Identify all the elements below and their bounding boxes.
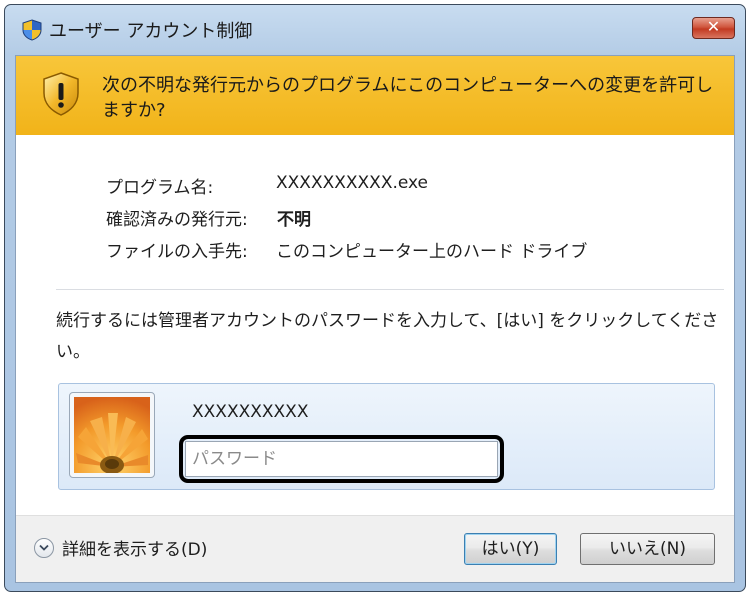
uac-dialog-window: ユーザー アカウント制御 ✕ 次の不明な発行元からのプログラムにこのコンピュータ… bbox=[4, 4, 746, 592]
account-username: XXXXXXXXXX bbox=[192, 402, 309, 422]
program-name-row: プログラム名: XXXXXXXXXX.exe bbox=[106, 173, 428, 198]
program-name-label: プログラム名: bbox=[106, 178, 214, 198]
close-button[interactable]: ✕ bbox=[692, 17, 735, 39]
user-avatar bbox=[69, 392, 155, 478]
file-origin-value: このコンピューター上のハード ドライブ bbox=[276, 242, 588, 262]
yes-button[interactable]: はい(Y) bbox=[464, 533, 557, 565]
show-details-label: 詳細を表示する(D) bbox=[62, 540, 208, 560]
chevron-down-icon bbox=[34, 537, 54, 558]
publisher-row: 確認済みの発行元: 不明 bbox=[106, 205, 311, 230]
credential-panel: XXXXXXXXXX bbox=[58, 383, 715, 490]
file-origin-row: ファイルの入手先: このコンピューター上のハード ドライブ bbox=[106, 237, 587, 262]
instruction-text: 続行するには管理者アカウントのパスワードを入力して、[はい] をクリックしてくだ… bbox=[56, 311, 719, 362]
title-bar[interactable]: ユーザー アカウント制御 ✕ bbox=[5, 5, 745, 55]
warning-message: 次の不明な発行元からのプログラムにこのコンピューターへの変更を許可しますか? bbox=[102, 75, 714, 121]
uac-shield-icon bbox=[22, 19, 42, 41]
no-button[interactable]: いいえ(N) bbox=[580, 533, 715, 565]
file-origin-label: ファイルの入手先: bbox=[106, 242, 248, 262]
password-field[interactable] bbox=[185, 441, 498, 477]
warning-banner: 次の不明な発行元からのプログラムにこのコンピューターへの変更を許可しますか? bbox=[16, 56, 734, 135]
program-name-value: XXXXXXXXXX.exe bbox=[276, 173, 429, 193]
publisher-value: 不明 bbox=[277, 210, 311, 230]
divider bbox=[56, 289, 724, 290]
publisher-label: 確認済みの発行元: bbox=[106, 210, 248, 230]
dialog-footer: 詳細を表示する(D) はい(Y) いいえ(N) bbox=[16, 515, 734, 582]
show-details-toggle[interactable]: 詳細を表示する(D) bbox=[34, 535, 207, 560]
warning-shield-icon bbox=[43, 72, 79, 116]
window-title: ユーザー アカウント制御 bbox=[49, 21, 253, 42]
dialog-body: 次の不明な発行元からのプログラムにこのコンピューターへの変更を許可しますか? プ… bbox=[15, 55, 735, 583]
close-icon: ✕ bbox=[706, 17, 721, 36]
flower-avatar bbox=[74, 397, 150, 473]
